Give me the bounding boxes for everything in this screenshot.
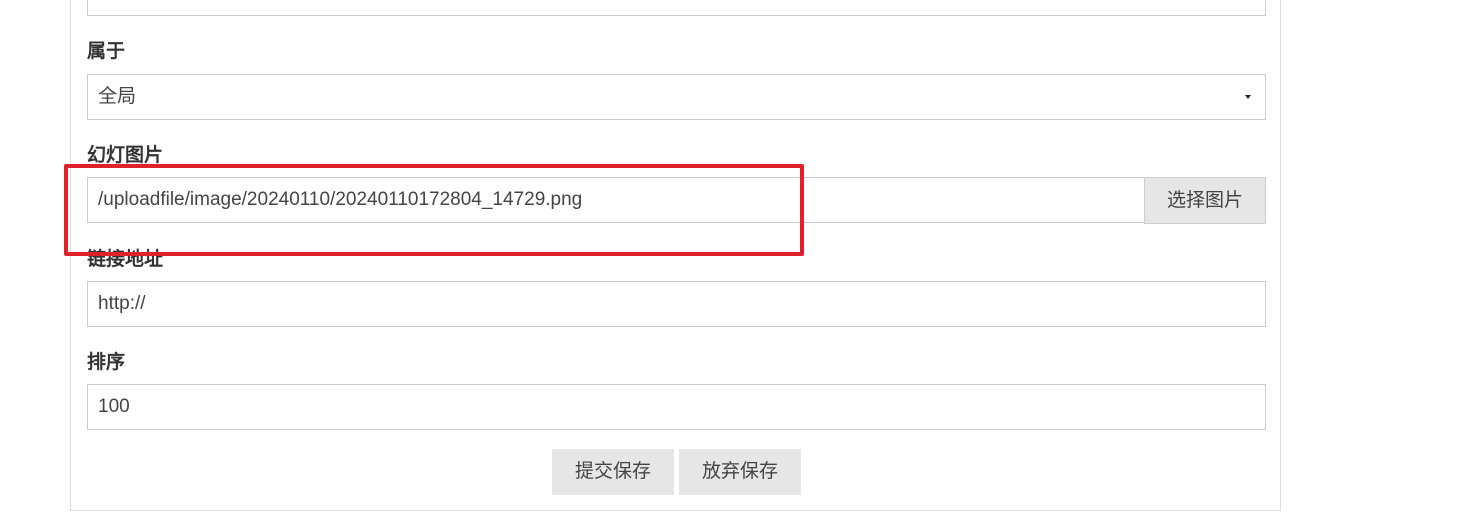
link-url-value: http:// [98, 293, 146, 314]
discard-save-button[interactable]: 放弃保存 [679, 449, 801, 495]
sort-order-value: 100 [98, 396, 130, 417]
belongs-to-select[interactable]: 全局 [87, 74, 1266, 120]
link-url-input[interactable]: http:// [87, 281, 1266, 327]
caret-down-icon [1245, 95, 1251, 99]
highlight-annotation-box [64, 164, 804, 256]
sort-order-input[interactable]: 100 [87, 384, 1266, 430]
previous-field-input[interactable] [87, 0, 1266, 16]
sort-order-label: 排序 [87, 352, 126, 373]
submit-save-button[interactable]: 提交保存 [552, 449, 674, 495]
belongs-to-selected-value: 全局 [98, 86, 137, 107]
choose-image-button[interactable]: 选择图片 [1144, 177, 1266, 224]
belongs-to-label: 属于 [87, 41, 126, 62]
